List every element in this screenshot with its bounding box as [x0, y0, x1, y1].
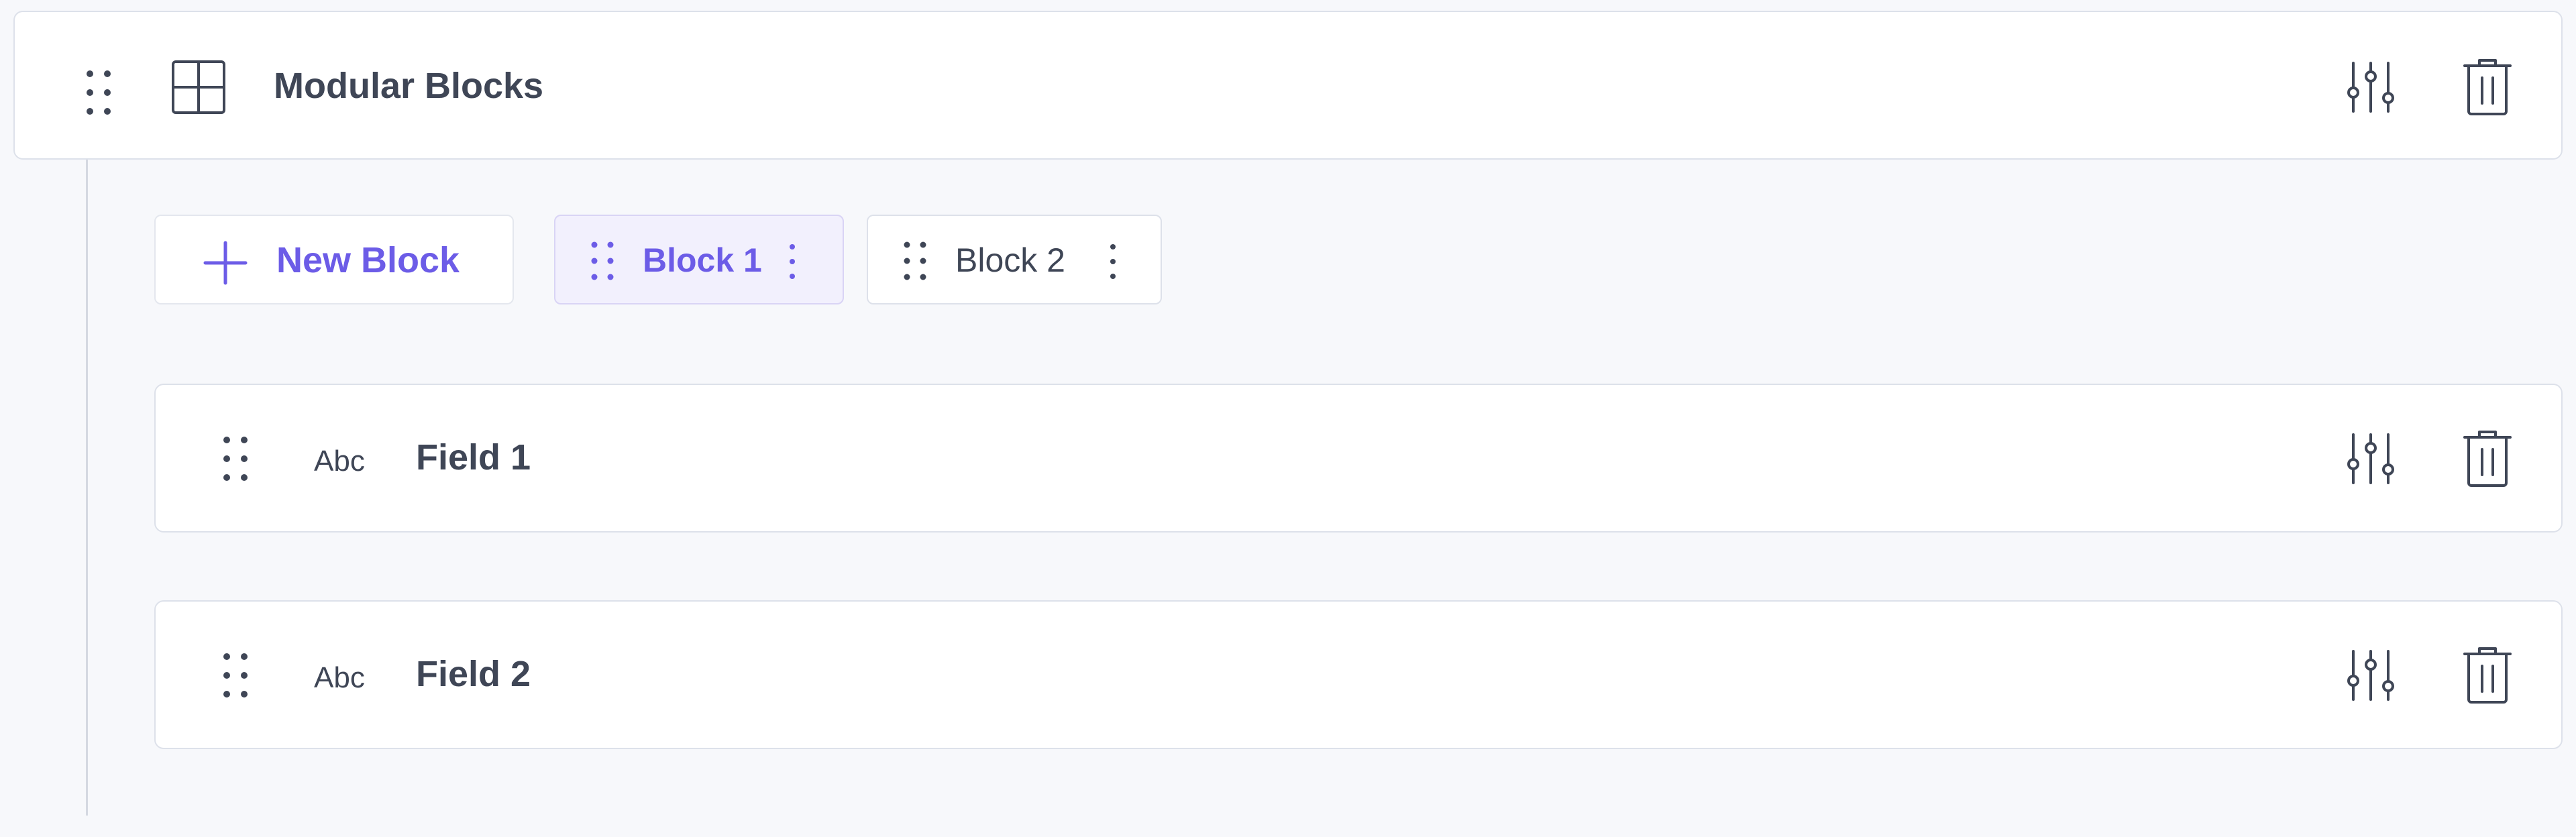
text-type-icon: Abc: [314, 445, 365, 478]
tab-block-1-label: Block 1: [643, 241, 762, 279]
trash-icon[interactable]: [2462, 429, 2513, 488]
sliders-icon[interactable]: [2343, 431, 2399, 487]
tab-block-1[interactable]: Block 1: [554, 215, 844, 304]
drag-handle-icon[interactable]: [219, 651, 252, 700]
sliders-icon[interactable]: [2343, 59, 2399, 115]
field-row: Abc Field 2: [154, 600, 2563, 749]
sliders-icon[interactable]: [2343, 647, 2399, 704]
tree-connector-line: [86, 160, 88, 816]
field-name: Field 1: [416, 437, 531, 478]
field-name: Field 2: [416, 654, 531, 694]
plus-icon: [203, 241, 248, 285]
drag-handle-icon[interactable]: [589, 240, 616, 282]
new-block-label: New Block: [276, 240, 460, 280]
drag-handle-icon[interactable]: [82, 68, 115, 117]
tab-block-2[interactable]: Block 2: [867, 215, 1162, 304]
tab-block-2-label: Block 2: [955, 241, 1065, 279]
drag-handle-icon[interactable]: [219, 435, 252, 483]
field-row: Abc Field 1: [154, 384, 2563, 533]
page-title: Modular Blocks: [274, 66, 544, 106]
drag-handle-icon[interactable]: [902, 240, 928, 282]
more-vertical-icon[interactable]: [1108, 243, 1118, 280]
text-type-icon: Abc: [314, 661, 365, 694]
new-block-button[interactable]: New Block: [154, 215, 514, 304]
grid-icon: [172, 60, 225, 114]
trash-icon[interactable]: [2462, 646, 2513, 705]
modular-blocks-header: Modular Blocks: [13, 11, 2563, 160]
trash-icon[interactable]: [2462, 58, 2513, 117]
modular-blocks-editor: Modular Blocks New Block Block 1 Block 2…: [0, 0, 2576, 837]
more-vertical-icon[interactable]: [788, 243, 797, 280]
